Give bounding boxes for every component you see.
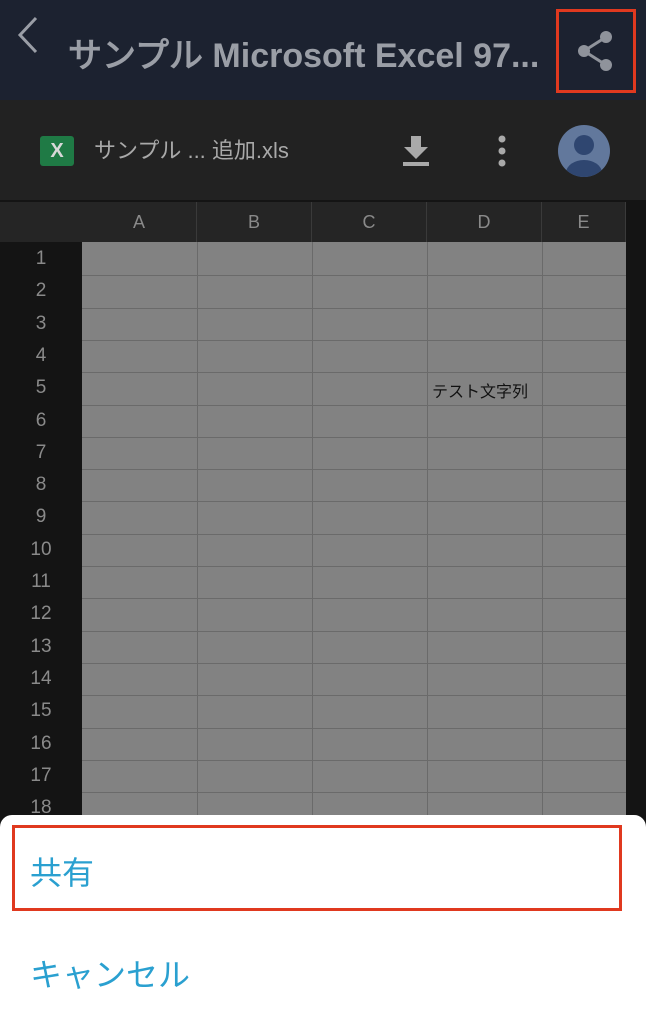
more-options-button[interactable] bbox=[492, 134, 512, 172]
column-header-B[interactable]: B bbox=[197, 202, 312, 242]
grid-row-line bbox=[82, 469, 626, 471]
row-header-6[interactable]: 6 bbox=[0, 405, 82, 437]
grid-row-line bbox=[82, 372, 626, 374]
row-header-17[interactable]: 17 bbox=[0, 760, 82, 792]
row-header-3[interactable]: 3 bbox=[0, 308, 82, 340]
grid-column-line bbox=[542, 242, 543, 822]
download-button[interactable] bbox=[400, 134, 432, 172]
grid-column-line bbox=[312, 242, 313, 822]
row-header-11[interactable]: 11 bbox=[0, 566, 82, 598]
grid-row-line bbox=[82, 436, 626, 438]
grid-row-line bbox=[82, 662, 626, 664]
row-header-4[interactable]: 4 bbox=[0, 340, 82, 372]
grid-row-line bbox=[82, 598, 626, 600]
column-header-A[interactable]: A bbox=[82, 202, 197, 242]
file-name: サンプル ... 追加.xls bbox=[94, 138, 289, 163]
grid-row-line bbox=[82, 501, 626, 503]
row-header-13[interactable]: 13 bbox=[0, 631, 82, 663]
more-vert-icon bbox=[498, 135, 506, 167]
row-header-16[interactable]: 16 bbox=[0, 728, 82, 760]
share-option-highlight[interactable] bbox=[12, 825, 622, 911]
grid-row-line bbox=[82, 404, 626, 406]
share-icon bbox=[578, 31, 612, 71]
page-title: サンプル Microsoft Excel 97... bbox=[68, 37, 540, 75]
grid-row-line bbox=[82, 759, 626, 761]
cancel-option[interactable]: キャンセル bbox=[30, 950, 190, 996]
chevron-left-icon bbox=[17, 16, 38, 54]
account-avatar[interactable] bbox=[558, 125, 610, 177]
row-header-5[interactable]: 5 bbox=[0, 372, 82, 404]
grid-row-line bbox=[82, 695, 626, 697]
excel-file-icon: X bbox=[40, 136, 74, 166]
grid-row-line bbox=[82, 630, 626, 632]
row-header-12[interactable]: 12 bbox=[0, 598, 82, 630]
grid-row-line bbox=[82, 566, 626, 567]
grid-column-line bbox=[427, 242, 428, 822]
row-header-15[interactable]: 15 bbox=[0, 695, 82, 727]
row-header-2[interactable]: 2 bbox=[0, 275, 82, 307]
column-header-E[interactable]: E bbox=[542, 202, 626, 242]
grid-row-line bbox=[82, 275, 626, 277]
row-header-8[interactable]: 8 bbox=[0, 469, 82, 501]
sheet-corner bbox=[0, 202, 82, 242]
download-icon bbox=[403, 136, 429, 166]
column-header-D[interactable]: D bbox=[427, 202, 542, 242]
column-header-C[interactable]: C bbox=[312, 202, 427, 242]
row-header-14[interactable]: 14 bbox=[0, 663, 82, 695]
grid-column-line bbox=[197, 242, 198, 822]
cell-D5[interactable]: テスト文字列 bbox=[432, 378, 528, 402]
grid-row-line bbox=[82, 533, 626, 535]
row-header-7[interactable]: 7 bbox=[0, 437, 82, 469]
row-header-9[interactable]: 9 bbox=[0, 501, 82, 533]
grid-row-line bbox=[82, 792, 626, 794]
grid-row-line bbox=[82, 307, 626, 309]
back-button[interactable] bbox=[8, 10, 48, 60]
share-button[interactable] bbox=[556, 9, 636, 93]
row-header-10[interactable]: 10 bbox=[0, 534, 82, 566]
row-header-1[interactable]: 1 bbox=[0, 243, 82, 275]
account-avatar-icon bbox=[566, 135, 602, 177]
grid-row-line bbox=[82, 727, 626, 729]
cell-grid[interactable] bbox=[82, 242, 626, 822]
grid-row-line bbox=[82, 339, 626, 341]
share-option[interactable]: 共有 bbox=[30, 848, 94, 894]
